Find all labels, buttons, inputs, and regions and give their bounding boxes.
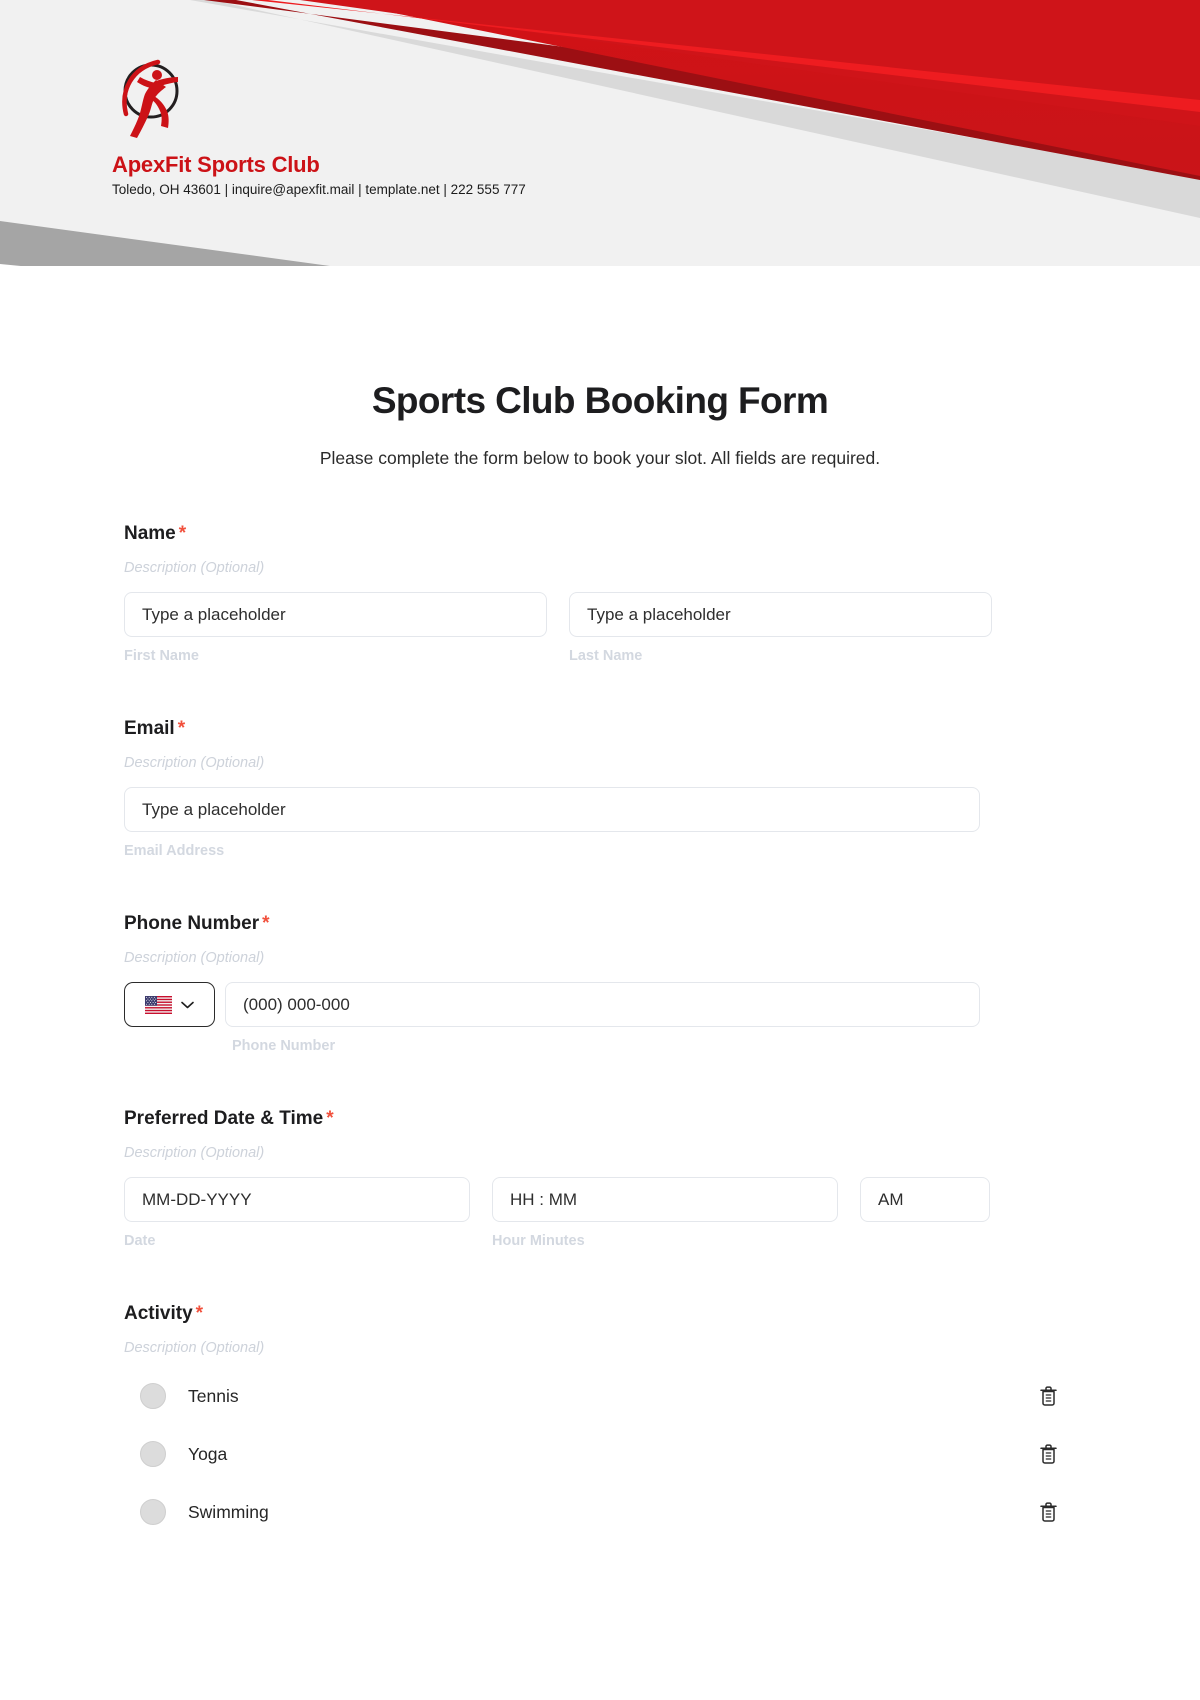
required-marker: * — [178, 523, 187, 544]
brand-contact-line: Toledo, OH 43601 | inquire@apexfit.mail … — [112, 182, 526, 197]
first-name-sublabel: First Name — [124, 648, 199, 664]
required-marker: * — [195, 1303, 204, 1324]
page-title: Sports Club Booking Form — [371, 380, 829, 421]
list-item[interactable]: Tennis — [124, 1378, 1076, 1414]
phone-sublabel: Phone Number — [232, 1038, 336, 1054]
field-name-inputs: Type a placeholder Type a placeholder — [124, 592, 1076, 637]
email-sublabel: Email Address — [124, 843, 225, 859]
field-activity-label: Activity * — [124, 1303, 1076, 1325]
page-header: ApexFit Sports Club Toledo, OH 43601 | i… — [0, 0, 1200, 290]
field-name: Name * Description (Optional) Type a plac… — [124, 523, 1076, 664]
chevron-down-icon — [181, 1001, 194, 1008]
field-phone-label-text: Phone Number — [124, 913, 260, 934]
field-phone: Phone Number * Description (Optional) (0… — [124, 913, 1076, 1054]
field-phone-inputs: (000) 000-000 — [124, 982, 1076, 1027]
brand-name: ApexFit Sports Club — [112, 152, 320, 177]
field-name-label: Name * — [124, 523, 1076, 545]
field-email-label-text: Email — [124, 718, 175, 739]
field-activity: Activity * Description (Optional) Tennis … — [124, 1303, 1076, 1530]
time-input[interactable]: HH : MM — [492, 1177, 838, 1222]
field-datetime: Preferred Date & Time * Description (Opti… — [124, 1108, 1076, 1249]
field-activity-label-text: Activity — [124, 1303, 193, 1324]
field-phone-label: Phone Number * — [124, 913, 1076, 935]
activity-option-label: Swimming — [188, 1501, 269, 1522]
field-email-inputs: Type a placeholder — [124, 787, 1076, 832]
trash-icon[interactable] — [1039, 1443, 1058, 1465]
trash-icon[interactable] — [1039, 1385, 1058, 1407]
brand-block: ApexFit Sports Club Toledo, OH 43601 | i… — [112, 58, 526, 197]
booking-form: Sports Club Booking Form Please complete… — [0, 380, 1200, 1530]
date-sublabel: Date — [124, 1233, 156, 1249]
last-name-input[interactable]: Type a placeholder — [569, 592, 992, 637]
required-marker: * — [177, 718, 186, 739]
activity-radio-swimming[interactable] — [140, 1499, 166, 1525]
page-subtitle: Please complete the form below to book y… — [319, 448, 881, 468]
field-datetime-description: Description (Optional) — [124, 1145, 265, 1161]
activity-option-list: Tennis Yoga Swimming — [124, 1378, 1076, 1530]
activity-radio-yoga[interactable] — [140, 1441, 166, 1467]
field-email-sublabels: Email Address — [124, 843, 1076, 859]
running-athlete-logo-icon — [122, 59, 179, 138]
field-phone-description: Description (Optional) — [124, 950, 265, 966]
field-datetime-inputs: MM-DD-YYYY HH : MM AM — [124, 1177, 1076, 1222]
email-input[interactable]: Type a placeholder — [124, 787, 980, 832]
country-code-select[interactable] — [124, 982, 215, 1027]
field-datetime-label: Preferred Date & Time * — [124, 1108, 1076, 1130]
date-input[interactable]: MM-DD-YYYY — [124, 1177, 470, 1222]
activity-option-label: Yoga — [188, 1443, 228, 1464]
required-marker: * — [262, 913, 270, 934]
meridiem-sublabel — [860, 1233, 990, 1249]
last-name-sublabel: Last Name — [569, 648, 643, 664]
field-name-description: Description (Optional) — [124, 560, 265, 576]
field-activity-description: Description (Optional) — [124, 1340, 265, 1356]
meridiem-select[interactable]: AM — [860, 1177, 990, 1222]
required-marker: * — [326, 1108, 334, 1129]
field-datetime-label-text: Preferred Date & Time — [124, 1108, 324, 1129]
activity-radio-tennis[interactable] — [140, 1383, 166, 1409]
field-email-description: Description (Optional) — [124, 755, 265, 771]
time-sublabel: Hour Minutes — [492, 1233, 585, 1249]
field-email-label: Email * — [124, 718, 1076, 740]
us-flag-icon — [145, 995, 172, 1014]
field-phone-sublabels: Phone Number — [124, 1038, 1076, 1054]
header-white-wedge — [0, 264, 270, 290]
phone-number-input[interactable]: (000) 000-000 — [225, 982, 980, 1027]
field-name-sublabels: First Name Last Name — [124, 648, 1076, 664]
list-item[interactable]: Swimming — [124, 1494, 1076, 1530]
list-item[interactable]: Yoga — [124, 1436, 1076, 1472]
field-name-label-text: Name — [124, 523, 176, 544]
field-datetime-sublabels: Date Hour Minutes — [124, 1233, 1076, 1249]
activity-option-label: Tennis — [188, 1385, 239, 1406]
field-email: Email * Description (Optional) Type a pla… — [124, 718, 1076, 859]
first-name-input[interactable]: Type a placeholder — [124, 592, 547, 637]
trash-icon[interactable] — [1039, 1501, 1058, 1523]
